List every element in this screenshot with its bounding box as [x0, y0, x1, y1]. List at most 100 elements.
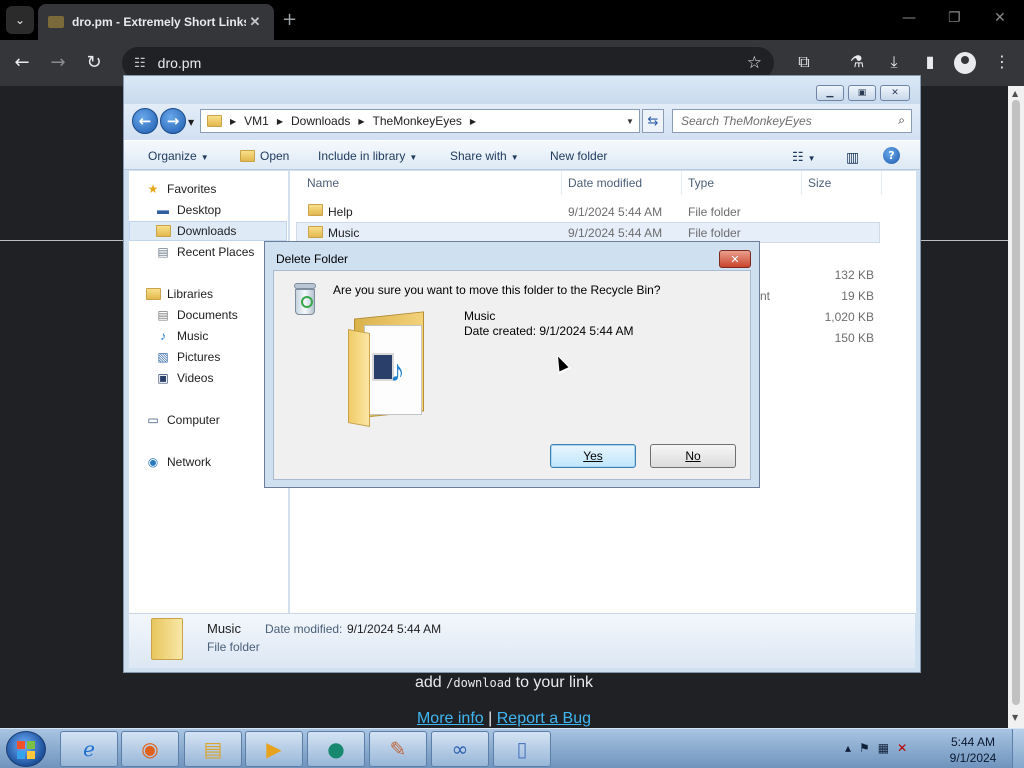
- action-center-flag-icon[interactable]: ⚑: [859, 741, 870, 755]
- include-in-library-button[interactable]: Include in library ▼: [318, 149, 417, 163]
- infinity-app-icon[interactable]: ∞: [431, 731, 489, 767]
- explorer-back-button[interactable]: ←: [132, 108, 158, 134]
- breadcrumb-arrow-icon[interactable]: ▶: [277, 117, 283, 126]
- restore-icon[interactable]: ❐: [948, 10, 961, 26]
- column-header-size[interactable]: Size: [802, 171, 882, 195]
- music-folder-large-icon: ♪: [344, 307, 436, 427]
- labs-flask-icon[interactable]: ⚗: [845, 52, 869, 71]
- dialog-question: Are you sure you want to move this folde…: [333, 283, 661, 297]
- explorer-search-input[interactable]: Search TheMonkeyEyes ⌕: [672, 109, 912, 133]
- network-icon: ◉: [147, 455, 159, 469]
- delete-folder-dialog: Delete Folder ✕ Are you sure you want to…: [264, 241, 760, 488]
- explorer-forward-button[interactable]: →: [160, 108, 186, 134]
- breadcrumb-arrow-icon[interactable]: ▶: [358, 117, 364, 126]
- extensions-icon[interactable]: ⧉: [792, 52, 816, 72]
- start-button[interactable]: [6, 731, 46, 767]
- libraries-icon: [145, 287, 161, 301]
- breadcrumb-downloads[interactable]: Downloads: [291, 114, 350, 128]
- table-row-selected[interactable]: Music 9/1/2024 5:44 AM File folder: [296, 222, 880, 243]
- side-panel-icon[interactable]: ▮: [918, 52, 942, 71]
- more-info-link[interactable]: More info: [417, 710, 484, 727]
- breadcrumb-arrow-icon[interactable]: ▶: [470, 117, 476, 126]
- refresh-button[interactable]: ⇆: [642, 109, 664, 133]
- chevron-down-icon: ⌄: [14, 13, 26, 27]
- download-icon[interactable]: ⤓: [882, 52, 906, 72]
- footer-links: More info | Report a Bug: [0, 710, 1008, 728]
- table-row[interactable]: Help 9/1/2024 5:44 AM File folder: [296, 201, 880, 222]
- internet-explorer-icon[interactable]: ℯ: [60, 731, 118, 767]
- explorer-close-button[interactable]: ✕: [880, 85, 910, 101]
- clock[interactable]: 5:44 AM 9/1/2024: [944, 734, 1002, 766]
- scrollbar-thumb[interactable]: [1012, 100, 1020, 705]
- firefox-icon[interactable]: ◉: [121, 731, 179, 767]
- explorer-maximize-button[interactable]: ▣: [848, 85, 876, 101]
- tab-close-icon[interactable]: ✕: [246, 13, 264, 31]
- command-bar: Organize ▼ Open Include in library ▼ Share…: [124, 140, 920, 170]
- tab-search-button[interactable]: ⌄: [6, 6, 34, 34]
- show-desktop-button[interactable]: [1012, 729, 1024, 768]
- explorer-title-bar[interactable]: ▁ ▣ ✕: [124, 76, 920, 104]
- back-arrow-icon[interactable]: ←: [10, 52, 34, 73]
- document-app-icon[interactable]: ▯: [493, 731, 551, 767]
- clock-time: 5:44 AM: [950, 735, 996, 749]
- new-tab-plus-icon[interactable]: +: [282, 9, 297, 30]
- column-header-type[interactable]: Type: [682, 171, 802, 195]
- organize-button[interactable]: Organize ▼: [148, 149, 209, 163]
- minimize-icon[interactable]: —: [902, 10, 916, 26]
- site-info-icon[interactable]: ☷: [134, 55, 146, 71]
- recent-pages-chevron-icon[interactable]: ▼: [188, 118, 194, 127]
- taskbar: ℯ ◉ ▤ ▶ ● ✎ ∞ ▯ ▴ ⚑ ▦ ✕ 5:44 AM 9/1/2024: [0, 728, 1024, 768]
- reload-icon[interactable]: ↻: [82, 52, 106, 73]
- page-scrollbar[interactable]: ▲ ▼: [1008, 86, 1024, 728]
- nav-favorites[interactable]: ★ Favorites: [145, 179, 303, 199]
- active-tab[interactable]: dro.pm - Extremely Short Links ✕: [38, 4, 274, 40]
- documents-icon: ▤: [157, 308, 169, 322]
- volume-muted-icon[interactable]: ✕: [897, 741, 907, 755]
- help-icon[interactable]: ?: [883, 147, 900, 164]
- nav-downloads[interactable]: Downloads: [129, 221, 287, 241]
- explorer-nav-bar: ← → ▼ ▶ VM1 ▶ Downloads ▶ TheMonkeyEyes …: [124, 104, 920, 140]
- forward-arrow-icon[interactable]: →: [46, 52, 70, 73]
- report-bug-link[interactable]: Report a Bug: [497, 710, 591, 727]
- paint-icon[interactable]: ✎: [369, 731, 427, 767]
- bookmark-star-icon[interactable]: ☆: [747, 53, 762, 73]
- open-button[interactable]: Open: [240, 149, 289, 163]
- details-name: Music: [207, 621, 241, 636]
- breadcrumb-arrow-icon[interactable]: ▶: [230, 117, 236, 126]
- site-favicon-icon: [48, 16, 64, 28]
- details-pane: Music Date modified: 9/1/2024 5:44 AM Fi…: [129, 613, 915, 668]
- scroll-up-icon[interactable]: ▲: [1012, 89, 1018, 98]
- folder-info-name: Music: [464, 309, 496, 323]
- column-header-name[interactable]: Name: [290, 171, 562, 195]
- media-player-icon[interactable]: ▶: [245, 731, 303, 767]
- menu-dots-icon[interactable]: ⋮: [990, 52, 1014, 71]
- preview-pane-icon[interactable]: ▥: [846, 149, 859, 166]
- search-icon[interactable]: ⌕: [898, 113, 905, 128]
- chrome-app-icon[interactable]: ●: [307, 731, 365, 767]
- recent-places-icon: ▤: [157, 245, 169, 259]
- address-dropdown-icon[interactable]: ▼: [621, 110, 639, 132]
- network-status-icon[interactable]: ▦: [878, 741, 889, 755]
- dialog-title: Delete Folder: [276, 252, 349, 266]
- show-hidden-icons-icon[interactable]: ▴: [845, 741, 851, 755]
- close-window-icon[interactable]: ✕: [994, 10, 1006, 26]
- breadcrumb-themonkeyeyes[interactable]: TheMonkeyEyes: [373, 114, 462, 128]
- folder-info: Music Date created: 9/1/2024 5:44 AM: [464, 309, 633, 339]
- windows-explorer-icon[interactable]: ▤: [184, 731, 242, 767]
- view-options-icon[interactable]: ☷ ▼: [792, 149, 816, 165]
- explorer-minimize-button[interactable]: ▁: [816, 85, 844, 101]
- share-with-button[interactable]: Share with ▼: [450, 149, 519, 163]
- new-folder-button[interactable]: New folder: [550, 149, 607, 163]
- star-icon: ★: [147, 182, 159, 196]
- column-header-date[interactable]: Date modified: [562, 171, 682, 195]
- recycle-bin-icon: [292, 283, 318, 317]
- no-button[interactable]: No: [650, 444, 736, 468]
- profile-avatar[interactable]: [954, 52, 976, 74]
- explorer-address-bar[interactable]: ▶ VM1 ▶ Downloads ▶ TheMonkeyEyes ▶ ▼: [200, 109, 640, 133]
- desktop-icon: ▬: [157, 203, 169, 217]
- scroll-down-icon[interactable]: ▼: [1012, 713, 1018, 722]
- breadcrumb-vm1[interactable]: VM1: [244, 114, 269, 128]
- dialog-close-button[interactable]: ✕: [719, 250, 751, 268]
- yes-button[interactable]: Yes: [550, 444, 636, 468]
- folder-info-date: Date created: 9/1/2024 5:44 AM: [464, 324, 634, 338]
